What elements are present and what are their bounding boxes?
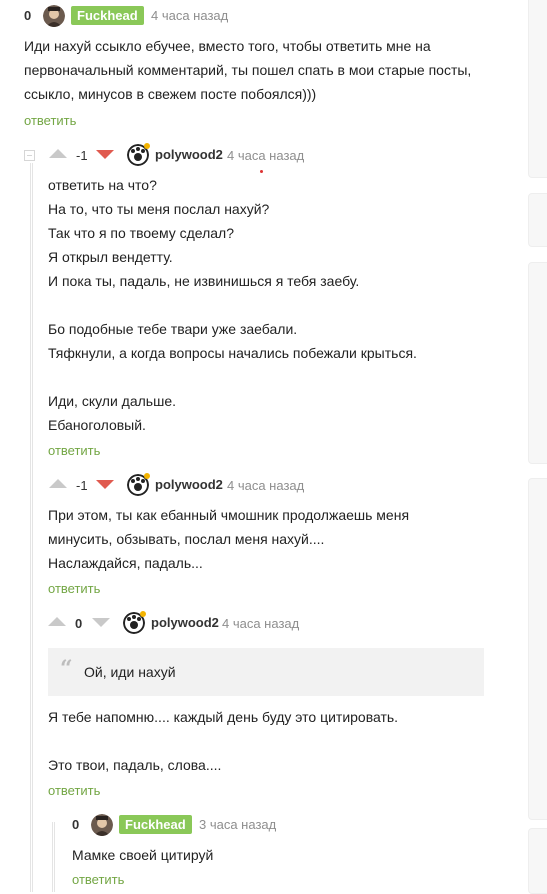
reply-link[interactable]: ответить [48, 783, 100, 798]
author-name[interactable]: Fuckhead [71, 6, 144, 25]
comment-rating: -1 [76, 148, 88, 163]
online-indicator [140, 611, 146, 617]
sidebar-block [528, 478, 547, 820]
author-name[interactable]: polywood2 [155, 477, 223, 492]
online-indicator [144, 473, 150, 479]
comment-text: ответить на что? На то, что ты меня посл… [48, 177, 417, 433]
comment-rating: 0 [75, 616, 83, 631]
thread-line [52, 822, 53, 892]
comment-text: Иди нахуй ссыкло ебучее, вместо того, чт… [24, 38, 472, 102]
quote-block: “ Ой, иди нахуй [48, 648, 484, 696]
comment-time[interactable]: 3 часа назад [199, 817, 276, 832]
avatar[interactable] [43, 5, 65, 27]
collapse-icon[interactable] [24, 150, 35, 161]
thread-line [32, 163, 33, 892]
comment-time[interactable]: 4 часа назад [227, 148, 304, 163]
reply-link[interactable]: ответить [72, 872, 124, 887]
comment-rating: 0 [24, 8, 32, 23]
avatar[interactable] [91, 814, 113, 836]
comment-rating: 0 [72, 817, 80, 832]
arrow-down-icon[interactable] [96, 150, 114, 159]
comment-text: Мамке своей цитируй [72, 847, 214, 863]
comment-time[interactable]: 4 часа назад [227, 478, 304, 493]
reply-link[interactable]: ответить [48, 581, 100, 596]
reply-link[interactable]: ответить [48, 443, 100, 458]
thread-line [54, 822, 55, 892]
arrow-down-icon[interactable] [92, 618, 110, 627]
comment-time[interactable]: 4 часа назад [151, 8, 228, 23]
sidebar-block [528, 828, 547, 894]
author-name[interactable]: polywood2 [151, 615, 219, 630]
sidebar-block [528, 193, 547, 247]
author-name[interactable]: Fuckhead [119, 815, 192, 834]
comment-text: Я тебе напомню.... каждый день буду это … [48, 709, 399, 773]
comment-time[interactable]: 4 часа назад [222, 616, 299, 631]
arrow-down-icon[interactable] [96, 480, 114, 489]
arrow-up-icon[interactable] [49, 479, 67, 488]
quote-icon: “ [60, 656, 73, 682]
arrow-up-icon[interactable] [48, 617, 66, 626]
author-name[interactable]: polywood2 [155, 147, 223, 162]
online-indicator [144, 143, 150, 149]
sidebar-block [528, 0, 547, 178]
arrow-up-icon[interactable] [49, 149, 67, 158]
sidebar-block [528, 262, 547, 464]
quote-text: Ой, иди нахуй [84, 664, 176, 680]
comment-rating: -1 [76, 478, 88, 493]
comment-text: При этом, ты как ебанный чмошник продолж… [48, 507, 410, 571]
reply-link[interactable]: ответить [24, 113, 76, 128]
